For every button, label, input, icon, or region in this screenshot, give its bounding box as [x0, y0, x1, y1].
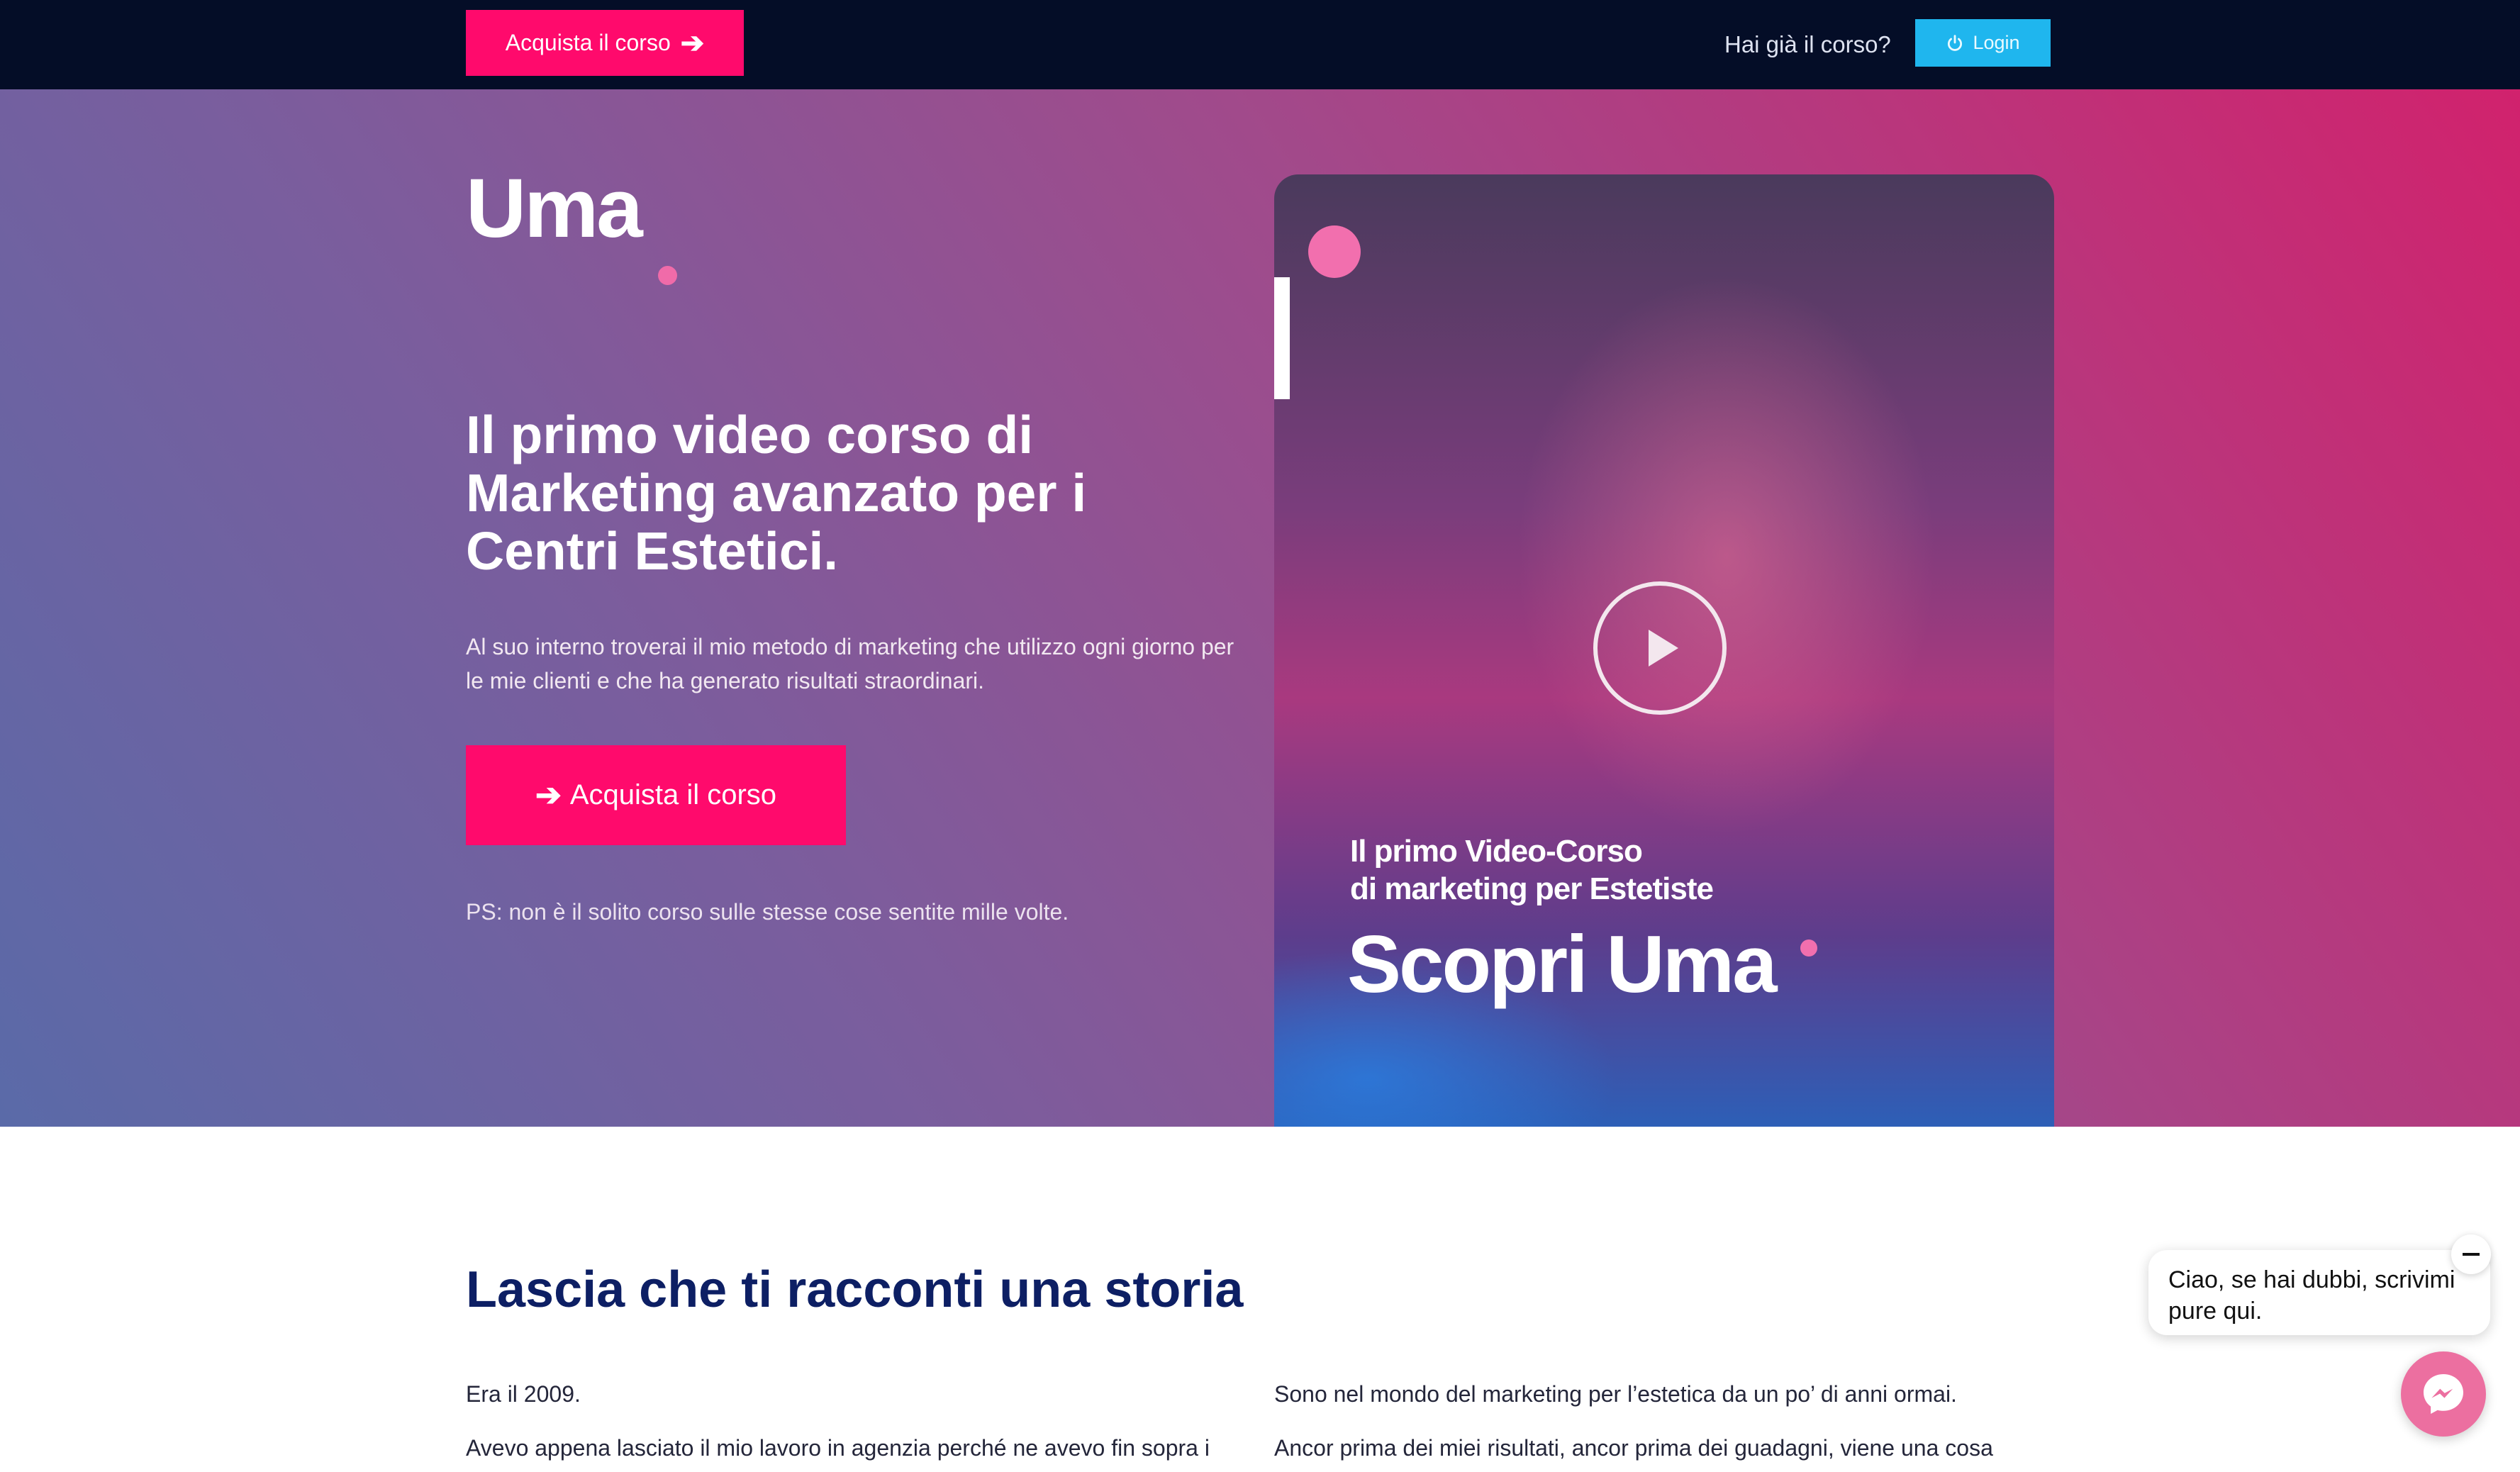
- buy-course-button-top[interactable]: Acquista il corso ➔: [466, 10, 744, 76]
- video-title: Scopri Uma: [1347, 920, 1778, 1010]
- story-paragraph: Sono nel mondo del marketing per l’estet…: [1274, 1381, 1957, 1407]
- story-title: Lascia che ti racconti una storia: [466, 1261, 1244, 1318]
- story-column-right: Sono nel mondo del marketing per l’estet…: [1274, 1378, 2054, 1472]
- story-paragraph: Ancor prima dei miei risultati, ancor pr…: [1274, 1435, 1993, 1461]
- logo-dot: [658, 266, 677, 285]
- arrow-right-icon: ➔: [535, 778, 562, 813]
- hero-ps-note: PS: non è il solito corso sulle stesse c…: [466, 899, 1069, 925]
- login-label: Login: [1973, 32, 2020, 53]
- chat-greeting-bubble[interactable]: Ciao, se hai dubbi, scrivimi pure qui.: [2148, 1250, 2490, 1335]
- login-button[interactable]: Login: [1915, 19, 2051, 67]
- already-have-course-text: Hai già il corso?: [1724, 31, 1891, 57]
- play-button[interactable]: [1593, 581, 1727, 715]
- minus-icon: [2463, 1253, 2480, 1256]
- buy-label: Acquista il corso: [505, 30, 671, 55]
- story-paragraph: Avevo appena lasciato il mio lavoro in a…: [466, 1435, 1210, 1461]
- uma-logo: Uma: [466, 162, 643, 255]
- top-bar: Acquista il corso ➔ Hai già il corso? Lo…: [0, 0, 2520, 89]
- power-icon: [1948, 34, 1963, 51]
- story-column-left: Era il 2009. Avevo appena lasciato il mi…: [466, 1378, 1232, 1472]
- arrow-right-icon: ➔: [680, 27, 705, 59]
- hero-intro: Al suo interno troverai il mio metodo di…: [466, 634, 1234, 693]
- messenger-button[interactable]: [2401, 1351, 2486, 1437]
- video-player[interactable]: Il primo Video-Corso di marketing per Es…: [1274, 174, 2054, 1127]
- buy-course-button-hero[interactable]: ➔ Acquista il corso: [466, 745, 846, 845]
- video-title-dot: [1800, 939, 1817, 957]
- video-subtitle-line2: di marketing per Estetiste: [1350, 871, 1714, 906]
- video-bar: [1274, 277, 1290, 399]
- messenger-icon: [2424, 1374, 2463, 1414]
- buy-label: Acquista il corso: [569, 779, 777, 810]
- play-icon: [1649, 630, 1678, 667]
- story-paragraph: Era il 2009.: [466, 1381, 581, 1407]
- hero-headline: Il primo video corso di Marketing avanza…: [466, 405, 1087, 581]
- hero-section: [0, 89, 2520, 1127]
- video-dot: [1308, 225, 1361, 278]
- chat-minimize-button[interactable]: [2451, 1234, 2491, 1274]
- chat-greeting-text: Ciao, se hai dubbi, scrivimi pure qui.: [2168, 1266, 2455, 1325]
- video-subtitle-line1: Il primo Video-Corso: [1350, 834, 1643, 869]
